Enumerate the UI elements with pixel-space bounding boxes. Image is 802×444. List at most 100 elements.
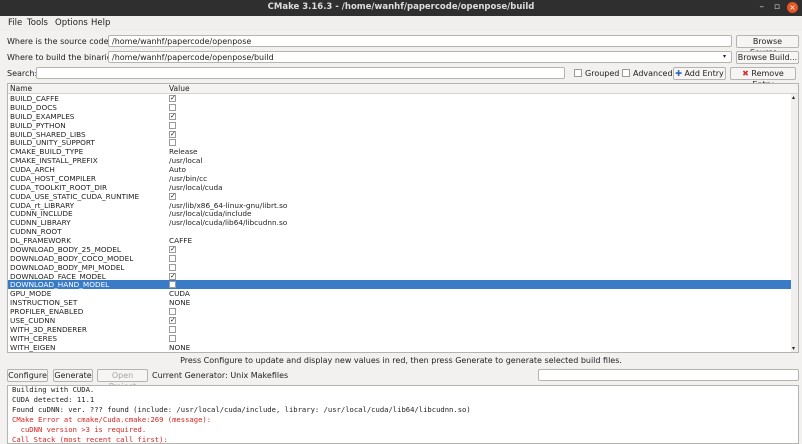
variable-value[interactable]: CUDA xyxy=(169,289,190,298)
variable-name: BUILD_EXAMPLES xyxy=(10,111,75,121)
build-row: Where to build the binaries: /home/wanhf… xyxy=(0,50,802,65)
table-row[interactable]: CUDA_HOST_COMPILER/usr/bin/cc xyxy=(8,174,792,183)
table-row[interactable]: DOWNLOAD_BODY_COCO_MODEL xyxy=(8,254,792,263)
variable-value[interactable]: /usr/local xyxy=(169,156,202,165)
table-row[interactable]: CUDA_rt_LIBRARY/usr/lib/x86_64-linux-gnu… xyxy=(8,201,792,210)
value-checkbox[interactable]: ✓ xyxy=(169,272,176,280)
advanced-label: Advanced xyxy=(633,69,673,78)
value-checkbox[interactable]: ✓ xyxy=(169,192,176,200)
table-row[interactable]: BUILD_UNITY_SUPPORT xyxy=(8,138,792,147)
value-checkbox[interactable] xyxy=(169,254,176,262)
variable-value[interactable]: CAFFE xyxy=(169,236,192,245)
log-line: CUDA detected: 11.1 xyxy=(12,395,95,404)
table-row[interactable]: USE_CUDNN ✓ xyxy=(8,316,792,325)
menu-options[interactable]: Options xyxy=(55,18,88,28)
variable-name: PROFILER_ENABLED xyxy=(10,307,84,317)
close-icon[interactable]: × xyxy=(787,2,798,13)
value-checkbox[interactable] xyxy=(169,281,176,289)
cache-table[interactable]: Name Value BUILD_CAFFE ✓ BUILD_DOCS BUILD_E… xyxy=(7,83,799,353)
table-row[interactable]: DOWNLOAD_BODY_MPI_MODEL xyxy=(8,263,792,272)
maximize-icon[interactable]: ▫ xyxy=(774,2,780,12)
value-checkbox[interactable]: ✓ xyxy=(169,95,176,102)
configure-button[interactable]: Configure xyxy=(7,369,48,382)
table-row[interactable]: WITH_3D_RENDERER xyxy=(8,325,792,334)
table-row[interactable]: BUILD_CAFFE ✓ xyxy=(8,94,792,103)
variable-value[interactable]: /usr/local/cuda/lib64/libcudnn.so xyxy=(169,218,287,227)
table-row[interactable]: DL_FRAMEWORK CAFFE xyxy=(8,236,792,245)
table-row[interactable]: BUILD_PYTHON xyxy=(8,121,792,130)
menu-file[interactable]: File xyxy=(8,18,22,28)
column-header-value[interactable]: Value xyxy=(169,84,190,93)
add-entry-button[interactable]: ✚ Add Entry xyxy=(673,67,726,80)
value-checkbox[interactable] xyxy=(169,103,176,111)
table-row[interactable]: BUILD_SHARED_LIBS ✓ xyxy=(8,130,792,139)
table-row[interactable]: DOWNLOAD_HAND_MODEL xyxy=(8,280,792,289)
variable-value[interactable]: /usr/lib/x86_64-linux-gnu/librt.so xyxy=(169,201,287,210)
table-row[interactable]: WITH_CERES xyxy=(8,334,792,343)
variable-value[interactable]: Auto xyxy=(169,165,186,174)
chevron-down-icon[interactable]: ▾ xyxy=(723,53,726,60)
table-row[interactable]: CMAKE_INSTALL_PREFIX/usr/local xyxy=(8,156,792,165)
build-path-combobox[interactable]: /home/wanhf/papercode/openpose/build xyxy=(108,51,732,63)
value-checkbox[interactable] xyxy=(169,139,176,147)
value-checkbox[interactable]: ✓ xyxy=(169,317,176,324)
table-row[interactable]: DOWNLOAD_BODY_25_MODEL ✓ xyxy=(8,245,792,254)
value-checkbox[interactable] xyxy=(169,308,176,316)
table-scrollbar[interactable]: ▴ ▾ xyxy=(791,94,798,352)
variable-value[interactable]: /usr/bin/cc xyxy=(169,174,207,183)
menu-help[interactable]: Help xyxy=(91,18,110,28)
table-row[interactable]: CUDA_USE_STATIC_CUDA_RUNTIME ✓ xyxy=(8,192,792,201)
table-row[interactable]: INSTRUCTION_SET NONE xyxy=(8,298,792,307)
menu-tools[interactable]: Tools xyxy=(27,18,48,28)
browse-source-button[interactable]: Browse Source... xyxy=(736,35,799,57)
browse-build-button[interactable]: Browse Build... xyxy=(736,51,799,64)
scroll-down-icon[interactable]: ▾ xyxy=(792,345,795,352)
build-label: Where to build the binaries: xyxy=(7,53,119,62)
output-search-input[interactable] xyxy=(538,369,799,381)
table-row[interactable]: CUDNN_INCLUDE/usr/local/cuda/include xyxy=(8,209,792,218)
table-row[interactable]: CUDNN_LIBRARY/usr/local/cuda/lib64/libcu… xyxy=(8,218,792,227)
variable-name: WITH_CERES xyxy=(10,333,57,343)
column-header-name[interactable]: Name xyxy=(10,84,32,93)
variable-value[interactable]: Release xyxy=(169,147,198,156)
action-row: Configure Generate Open Project Current … xyxy=(0,369,802,391)
value-checkbox[interactable] xyxy=(169,334,176,342)
table-row[interactable]: CUDA_ARCH Auto xyxy=(8,165,792,174)
value-checkbox[interactable]: ✓ xyxy=(169,130,176,138)
table-row[interactable]: WITH_EIGEN NONE xyxy=(8,343,792,352)
grouped-checkbox[interactable] xyxy=(574,69,582,77)
variable-name: DOWNLOAD_BODY_25_MODEL xyxy=(10,244,121,254)
table-row[interactable]: GPU_MODE CUDA xyxy=(8,289,792,298)
variable-value[interactable]: NONE xyxy=(169,298,190,307)
value-checkbox[interactable]: ✓ xyxy=(169,112,176,120)
table-row[interactable]: CUDA_TOOLKIT_ROOT_DIR/usr/local/cuda xyxy=(8,183,792,192)
value-checkbox[interactable] xyxy=(169,121,176,129)
table-row[interactable]: DOWNLOAD_FACE_MODEL ✓ xyxy=(8,272,792,281)
grouped-label: Grouped xyxy=(585,69,620,78)
table-row[interactable]: BUILD_DOCS xyxy=(8,103,792,112)
variable-value[interactable]: /usr/local/cuda xyxy=(169,183,223,192)
variable-value[interactable]: NONE xyxy=(169,343,190,352)
remove-entry-button[interactable]: ✖ Remove Entry xyxy=(730,67,796,89)
advanced-checkbox[interactable] xyxy=(622,69,630,77)
variable-name: CMAKE_BUILD_TYPE xyxy=(10,147,84,157)
source-label: Where is the source code: xyxy=(7,37,112,46)
generate-button[interactable]: Generate xyxy=(53,369,93,382)
minimize-icon[interactable]: – xyxy=(760,2,765,12)
variable-value[interactable]: /usr/local/cuda/include xyxy=(169,209,251,218)
value-checkbox[interactable] xyxy=(169,263,176,271)
open-project-button[interactable]: Open Project xyxy=(97,369,148,391)
output-log[interactable]: Building with CUDA. CUDA detected: 11.1 Fo… xyxy=(7,385,799,444)
table-row[interactable]: CMAKE_BUILD_TYPE Release xyxy=(8,147,792,156)
source-path-input[interactable]: /home/wanhf/papercode/openpose xyxy=(108,35,732,47)
value-checkbox[interactable] xyxy=(169,325,176,333)
scroll-up-icon[interactable]: ▴ xyxy=(792,94,795,101)
table-row[interactable]: BUILD_EXAMPLES ✓ xyxy=(8,112,792,121)
variable-name: USE_CUDNN xyxy=(10,316,56,325)
search-input[interactable] xyxy=(36,67,565,79)
table-row[interactable]: PROFILER_ENABLED xyxy=(8,307,792,316)
value-checkbox[interactable]: ✓ xyxy=(169,245,176,253)
variable-name: CUDNN_LIBRARY xyxy=(10,218,71,228)
table-row[interactable]: CUDNN_ROOT xyxy=(8,227,792,236)
add-entry-label: Add Entry xyxy=(684,69,724,78)
